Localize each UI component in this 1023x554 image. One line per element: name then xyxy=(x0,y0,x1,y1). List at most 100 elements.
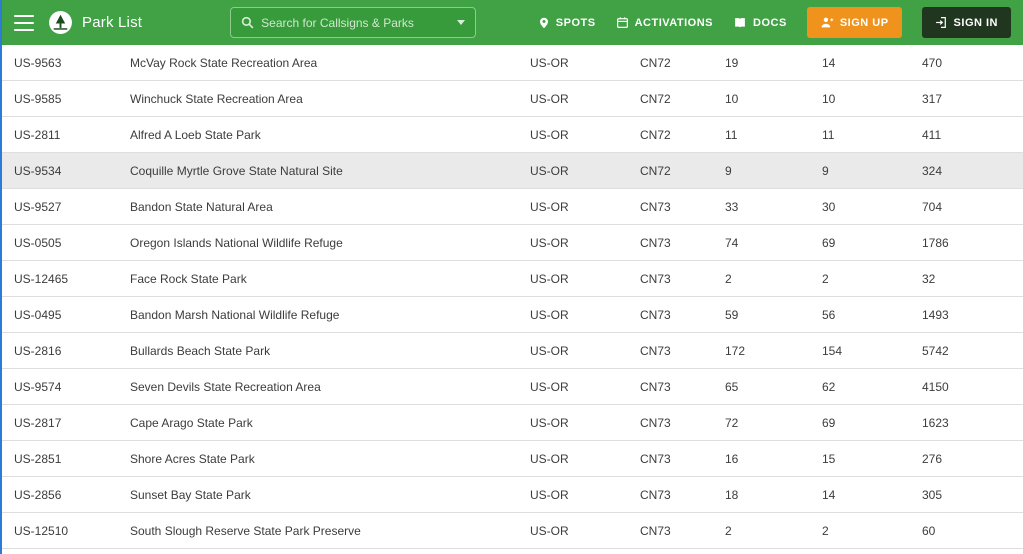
park-activations-cell: 14 xyxy=(822,487,836,502)
park-name-cell: Face Rock State Park xyxy=(130,271,247,286)
park-location-cell: US-OR xyxy=(530,451,569,466)
park-activations-cell: 56 xyxy=(822,307,836,322)
park-qsos-cell: 470 xyxy=(922,55,943,70)
park-location-cell: US-OR xyxy=(530,523,569,538)
park-name-cell: Alfred A Loeb State Park xyxy=(130,127,261,142)
top-navbar: Park List SPOTS xyxy=(0,0,1023,45)
park-reference-cell[interactable]: US-9585 xyxy=(14,92,130,106)
nav-spots-label: SPOTS xyxy=(555,16,596,29)
menu-icon[interactable] xyxy=(14,14,34,31)
park-activations-cell: 69 xyxy=(822,415,836,430)
park-name-cell: Bullards Beach State Park xyxy=(130,343,271,358)
pota-logo[interactable] xyxy=(48,10,73,35)
park-attempts-cell: 74 xyxy=(725,235,739,250)
header-right-group: SPOTS ACTIVATIONS DOCS SIGN UP SIGN IN xyxy=(538,7,1011,38)
park-table-body: US-9563 McVay Rock State Recreation Area… xyxy=(0,45,1023,549)
park-reference-cell[interactable]: US-9527 xyxy=(14,200,130,214)
park-attempts-cell: 9 xyxy=(725,163,732,178)
park-location-cell: US-OR xyxy=(530,235,569,250)
search-box[interactable] xyxy=(230,7,477,38)
book-icon xyxy=(735,18,745,28)
table-row[interactable]: US-2817 Cape Arago State Park US-OR CN73… xyxy=(0,405,1023,441)
park-reference-cell[interactable]: US-9574 xyxy=(14,380,130,394)
park-grid-cell: CN73 xyxy=(640,271,671,286)
sign-in-button[interactable]: SIGN IN xyxy=(921,7,1011,38)
nav-docs[interactable]: DOCS xyxy=(733,16,787,29)
park-attempts-cell: 2 xyxy=(725,271,732,286)
park-name-cell: Sunset Bay State Park xyxy=(130,487,251,502)
park-activations-cell: 2 xyxy=(822,523,829,538)
park-location-cell: US-OR xyxy=(530,307,569,322)
park-reference-cell[interactable]: US-12510 xyxy=(14,524,130,538)
table-row[interactable]: US-12465 Face Rock State Park US-OR CN73… xyxy=(0,261,1023,297)
nav-spots[interactable]: SPOTS xyxy=(538,16,596,30)
park-name-cell: Winchuck State Recreation Area xyxy=(130,91,303,106)
table-row[interactable]: US-9534 Coquille Myrtle Grove State Natu… xyxy=(0,153,1023,189)
page-title: Park List xyxy=(82,14,143,31)
park-location-cell: US-OR xyxy=(530,343,569,358)
park-name-cell: Bandon Marsh National Wildlife Refuge xyxy=(130,307,340,322)
park-grid-cell: CN73 xyxy=(640,523,671,538)
park-reference-cell[interactable]: US-9534 xyxy=(14,164,130,178)
park-reference-cell[interactable]: US-2856 xyxy=(14,488,130,502)
park-qsos-cell: 704 xyxy=(922,199,943,214)
park-grid-cell: CN72 xyxy=(640,55,671,70)
park-reference-cell[interactable]: US-0495 xyxy=(14,308,130,322)
park-grid-cell: CN73 xyxy=(640,379,671,394)
table-row[interactable]: US-9563 McVay Rock State Recreation Area… xyxy=(0,45,1023,81)
table-row[interactable]: US-2811 Alfred A Loeb State Park US-OR C… xyxy=(0,117,1023,153)
park-grid-cell: CN73 xyxy=(640,199,671,214)
park-grid-cell: CN73 xyxy=(640,307,671,322)
park-reference-cell[interactable]: US-2817 xyxy=(14,416,130,430)
person-plus-icon xyxy=(821,17,834,28)
park-location-cell: US-OR xyxy=(530,271,569,286)
table-row[interactable]: US-9527 Bandon State Natural Area US-OR … xyxy=(0,189,1023,225)
park-reference-cell[interactable]: US-2851 xyxy=(14,452,130,466)
park-activations-cell: 11 xyxy=(822,127,835,142)
park-attempts-cell: 19 xyxy=(725,55,739,70)
park-location-cell: US-OR xyxy=(530,127,569,142)
park-location-cell: US-OR xyxy=(530,415,569,430)
sign-up-button[interactable]: SIGN UP xyxy=(806,7,902,38)
park-grid-cell: CN73 xyxy=(640,343,671,358)
table-row[interactable]: US-9585 Winchuck State Recreation Area U… xyxy=(0,81,1023,117)
table-row[interactable]: US-2816 Bullards Beach State Park US-OR … xyxy=(0,333,1023,369)
table-row[interactable]: US-2851 Shore Acres State Park US-OR CN7… xyxy=(0,441,1023,477)
park-activations-cell: 30 xyxy=(822,199,836,214)
park-reference-cell[interactable]: US-2811 xyxy=(14,128,130,142)
chevron-down-icon[interactable] xyxy=(457,20,466,25)
park-activations-cell: 15 xyxy=(822,451,836,466)
park-activations-cell: 154 xyxy=(822,343,843,358)
park-reference-cell[interactable]: US-9563 xyxy=(14,56,130,70)
park-attempts-cell: 59 xyxy=(725,307,739,322)
park-qsos-cell: 1623 xyxy=(922,415,949,430)
nav-activations[interactable]: ACTIVATIONS xyxy=(616,16,713,29)
park-name-cell: McVay Rock State Recreation Area xyxy=(130,55,318,70)
park-reference-cell[interactable]: US-12465 xyxy=(14,272,130,286)
park-location-cell: US-OR xyxy=(530,379,569,394)
calendar-icon xyxy=(616,17,628,28)
park-reference-cell[interactable]: US-2816 xyxy=(14,344,130,358)
park-name-cell: Cape Arago State Park xyxy=(130,415,253,430)
park-grid-cell: CN72 xyxy=(640,91,671,106)
table-row[interactable]: US-0505 Oregon Islands National Wildlife… xyxy=(0,225,1023,261)
search-input[interactable] xyxy=(261,15,451,30)
park-qsos-cell: 1786 xyxy=(922,235,949,250)
park-attempts-cell: 11 xyxy=(725,127,738,142)
park-attempts-cell: 10 xyxy=(725,91,739,106)
park-grid-cell: CN73 xyxy=(640,487,671,502)
table-row[interactable]: US-12510 South Slough Reserve State Park… xyxy=(0,513,1023,549)
park-activations-cell: 14 xyxy=(822,55,836,70)
park-reference-cell[interactable]: US-0505 xyxy=(14,236,130,250)
sign-in-label: SIGN IN xyxy=(953,16,998,29)
table-row[interactable]: US-2856 Sunset Bay State Park US-OR CN73… xyxy=(0,477,1023,513)
park-qsos-cell: 324 xyxy=(922,163,943,178)
park-name-cell: Oregon Islands National Wildlife Refuge xyxy=(130,235,343,250)
sign-in-icon xyxy=(935,17,946,28)
park-grid-cell: CN72 xyxy=(640,163,671,178)
table-row[interactable]: US-9574 Seven Devils State Recreation Ar… xyxy=(0,369,1023,405)
park-attempts-cell: 18 xyxy=(725,487,739,502)
park-activations-cell: 9 xyxy=(822,163,829,178)
table-row[interactable]: US-0495 Bandon Marsh National Wildlife R… xyxy=(0,297,1023,333)
park-name-cell: Shore Acres State Park xyxy=(130,451,255,466)
